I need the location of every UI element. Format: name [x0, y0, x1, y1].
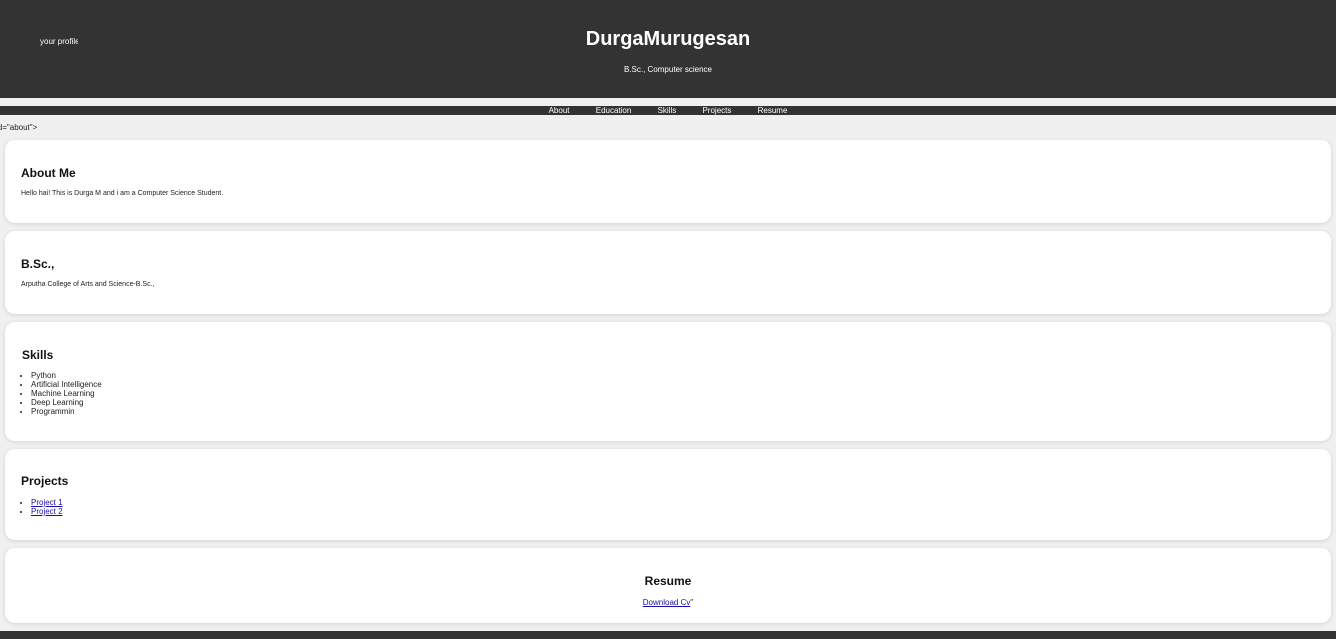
resume-line: Download Cv" — [5, 598, 1331, 607]
projects-section: Projects Project 1 Project 2 — [5, 449, 1331, 540]
project-1-link[interactable]: Project 1 — [31, 498, 63, 507]
nav-resume[interactable]: Resume — [758, 106, 788, 115]
stray-quote: " — [690, 598, 694, 607]
about-title: About Me — [21, 166, 76, 180]
about-section: About Me Hello hai! This is Durga M and … — [5, 140, 1331, 223]
skill-item: Artificial Intelligence — [31, 380, 102, 389]
project-item: Project 2 — [31, 507, 63, 516]
skill-item: Python — [31, 371, 102, 380]
stray-markup-text: id="about"> — [0, 123, 38, 132]
project-item: Project 1 — [31, 498, 63, 507]
nav-education[interactable]: Education — [596, 106, 632, 115]
education-section: B.Sc., Arputha College of Arts and Scien… — [5, 231, 1331, 314]
skill-item: Machine Learning — [31, 389, 102, 398]
nav-skills[interactable]: Skills — [658, 106, 677, 115]
about-text: Hello hai! This is Durga M and i am a Co… — [21, 190, 224, 197]
skills-title: Skills — [22, 348, 54, 362]
education-title: B.Sc., — [21, 257, 55, 271]
resume-section: Resume Download Cv" — [5, 548, 1331, 623]
project-2-link[interactable]: Project 2 — [31, 507, 63, 516]
projects-title: Projects — [21, 474, 69, 488]
education-text: Arputha College of Arts and Science-B.Sc… — [21, 281, 155, 288]
site-subtitle: B.Sc., Computer science — [623, 65, 713, 74]
download-cv-link[interactable]: Download Cv — [643, 598, 691, 607]
skill-item: Programmin — [31, 407, 102, 416]
resume-title: Resume — [644, 574, 692, 588]
projects-list: Project 1 Project 2 — [21, 498, 63, 516]
site-header: your profile picture DurgaMurugesan B.Sc… — [0, 0, 1336, 98]
skills-list: Python Artificial Intelligence Machine L… — [21, 371, 102, 416]
skill-item: Deep Learning — [31, 398, 102, 407]
main-nav: About Education Skills Projects Resume — [0, 106, 1336, 115]
site-title: DurgaMurugesan — [585, 28, 751, 50]
site-footer — [0, 631, 1336, 639]
skills-section: Skills Python Artificial Intelligence Ma… — [5, 322, 1331, 441]
nav-about[interactable]: About — [549, 106, 570, 115]
nav-projects[interactable]: Projects — [702, 106, 731, 115]
